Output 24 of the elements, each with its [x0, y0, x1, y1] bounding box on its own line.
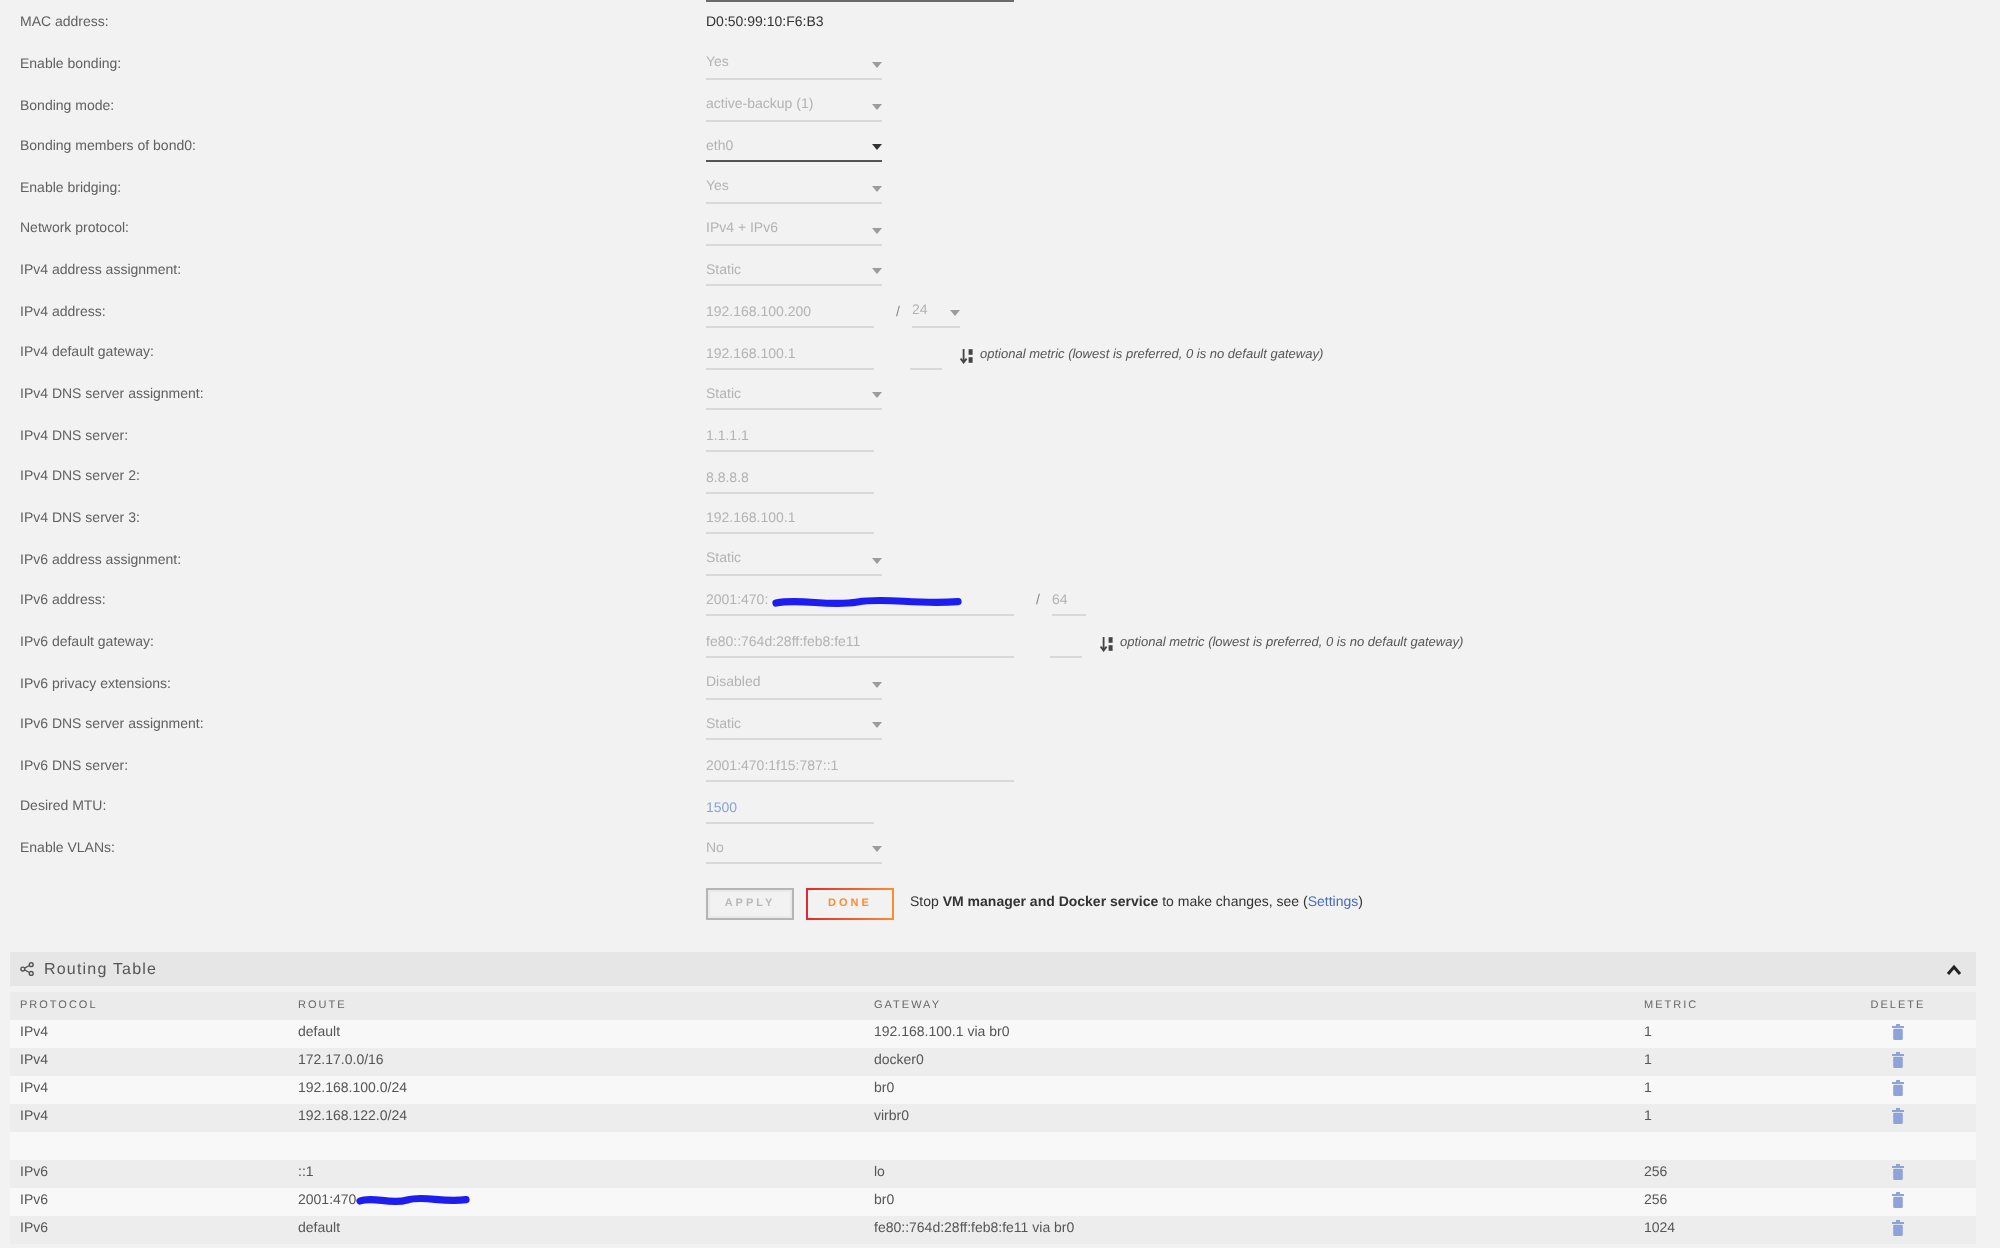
trash-icon[interactable] — [1892, 1052, 1904, 1069]
nodes-icon — [20, 962, 34, 977]
caret-icon — [872, 268, 882, 275]
caret-icon — [949, 309, 960, 316]
trash-icon[interactable] — [1892, 1108, 1904, 1125]
trash-icon[interactable] — [1892, 1080, 1904, 1097]
sort-down-icon — [1100, 636, 1114, 653]
trash-icon[interactable] — [1892, 1024, 1904, 1041]
caret-icon — [872, 103, 882, 110]
caret-icon — [872, 392, 882, 399]
caret-icon — [872, 186, 882, 193]
trash-icon[interactable] — [1892, 1192, 1904, 1209]
chevron-up-icon[interactable] — [1946, 963, 1962, 976]
trash-icon[interactable] — [1892, 1164, 1904, 1181]
caret-icon — [872, 557, 882, 564]
trash-icon[interactable] — [1892, 1220, 1904, 1237]
caret-icon — [872, 846, 882, 853]
caret-icon — [872, 681, 882, 688]
caret-icon — [872, 227, 882, 234]
panel-title: Routing Table — [44, 957, 158, 982]
caret-icon — [872, 722, 882, 729]
caret-icon — [872, 62, 882, 69]
caret-icon — [872, 144, 882, 151]
sort-down-icon — [960, 347, 974, 364]
